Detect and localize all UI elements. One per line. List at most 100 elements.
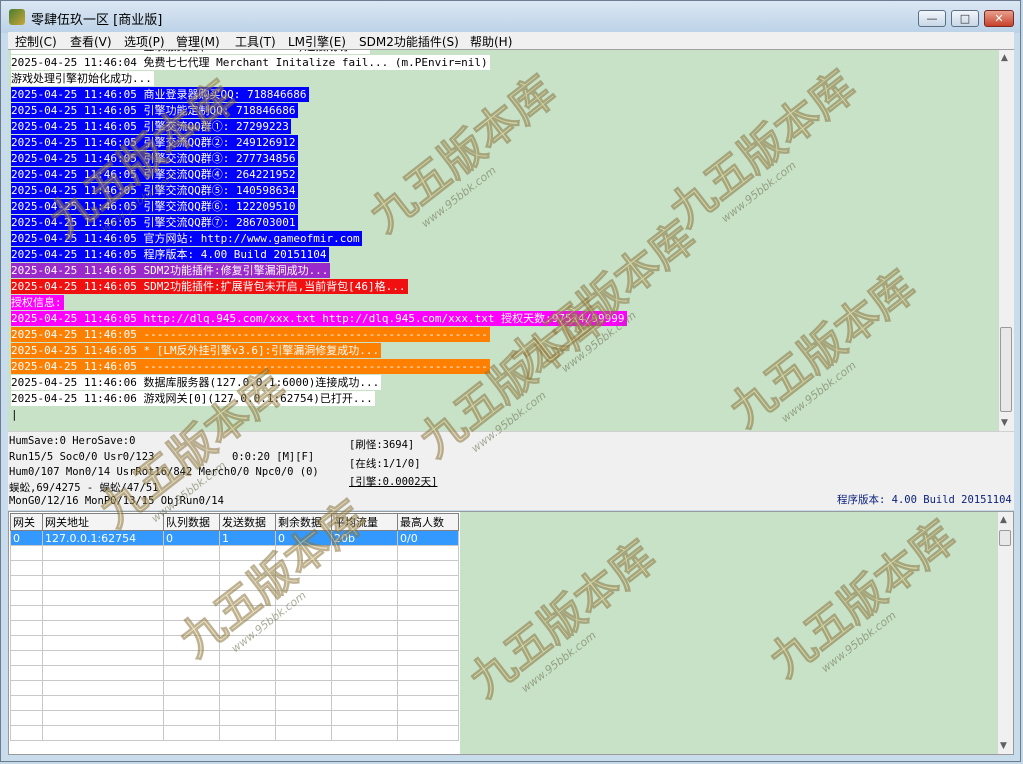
table-cell xyxy=(42,695,164,711)
menu-help[interactable]: 帮助(H) xyxy=(470,33,512,50)
table-row[interactable] xyxy=(10,695,459,711)
table-cell xyxy=(397,620,459,636)
table-cell xyxy=(42,560,164,576)
table-cell xyxy=(275,575,332,591)
menu-view[interactable]: 查看(V) xyxy=(70,33,112,50)
table-cell xyxy=(42,725,164,741)
col-gate[interactable]: 网关 xyxy=(10,513,43,531)
menu-lm-engine[interactable]: LM引擎(E) xyxy=(288,33,346,50)
col-max-users[interactable]: 最高人数 xyxy=(397,513,459,531)
log-scroll-thumb[interactable] xyxy=(1000,327,1012,412)
table-cell xyxy=(163,605,220,621)
table-cell xyxy=(163,650,220,666)
log-line: 2025-04-25 11:46:05 SDM2功能插件:修复引擎漏洞成功... xyxy=(11,263,331,278)
col-avg-traffic[interactable]: 平均流量 xyxy=(331,513,398,531)
table-row[interactable] xyxy=(10,620,459,636)
table-row[interactable] xyxy=(10,575,459,591)
col-queue-data[interactable]: 队列数据 xyxy=(163,513,220,531)
maximize-button[interactable]: □ xyxy=(951,10,979,27)
table-cell xyxy=(275,680,332,696)
table-cell xyxy=(10,620,43,636)
table-cell xyxy=(331,560,398,576)
table-row[interactable] xyxy=(10,590,459,606)
table-cell xyxy=(275,590,332,606)
table-cell: 127.0.0.1:62754 xyxy=(42,530,164,546)
status-engine: [引擎:0.0002天] xyxy=(349,476,438,488)
table-cell xyxy=(397,545,459,561)
log-line: 2025-04-25 11:46:05 引擎交流QQ群①: 27299223 xyxy=(11,119,291,134)
table-cell xyxy=(10,635,43,651)
grid-scroll-down-icon[interactable]: ▼ xyxy=(1000,741,1007,751)
table-cell xyxy=(331,695,398,711)
col-gate-address[interactable]: 网关地址 xyxy=(42,513,164,531)
table-cell xyxy=(42,680,164,696)
table-cell: 0 xyxy=(163,530,220,546)
table-cell xyxy=(42,710,164,726)
table-cell xyxy=(163,590,220,606)
title-bar[interactable]: 零肆伍玖一区 [商业版] — □ ✕ xyxy=(1,1,1020,33)
gateway-table: 网关 网关地址 队列数据 发送数据 剩余数据 平均流量 最高人数 0 127.0.… xyxy=(10,513,459,741)
table-row[interactable] xyxy=(10,635,459,651)
table-row[interactable] xyxy=(10,545,459,561)
table-cell xyxy=(163,575,220,591)
table-row[interactable] xyxy=(10,665,459,681)
status-timer: 0:0:20 [M][F] xyxy=(232,451,315,463)
table-cell xyxy=(397,650,459,666)
status-hum: Hum0/107 Mon0/14 UsrRot16/842 Merch0/0 N… xyxy=(9,466,319,478)
menu-options[interactable]: 选项(P) xyxy=(124,33,165,50)
table-cell xyxy=(331,635,398,651)
grid-scroll-thumb[interactable] xyxy=(999,530,1011,546)
table-row[interactable] xyxy=(10,680,459,696)
table-row[interactable] xyxy=(10,710,459,726)
table-row[interactable] xyxy=(10,560,459,576)
table-cell xyxy=(219,605,276,621)
minimize-button[interactable]: — xyxy=(918,10,946,27)
table-cell xyxy=(219,635,276,651)
table-cell xyxy=(275,635,332,651)
table-cell xyxy=(163,635,220,651)
grid-scroll-up-icon[interactable]: ▲ xyxy=(1000,515,1007,525)
menu-control[interactable]: 控制(C) xyxy=(15,33,57,50)
table-cell xyxy=(331,650,398,666)
log-line: 2025-04-25 11:46:05 * [LM反外挂引擎v3.6]:引擎漏洞… xyxy=(11,343,382,358)
gateway-grid[interactable]: 网关 网关地址 队列数据 发送数据 剩余数据 平均流量 最高人数 0 127.0.… xyxy=(8,511,1014,755)
scroll-up-icon[interactable]: ▲ xyxy=(1001,53,1008,63)
log-line: 2025-04-25 11:46:05 http://dlq.945.com/x… xyxy=(11,311,627,326)
table-row[interactable]: 0 127.0.0.1:62754 0 1 0 20b 0/0 xyxy=(10,530,459,546)
table-cell xyxy=(163,545,220,561)
log-line: | xyxy=(11,408,18,421)
table-cell xyxy=(163,620,220,636)
scroll-down-icon[interactable]: ▼ xyxy=(1001,418,1008,428)
menu-bar: 控制(C) 查看(V) 选项(P) 管理(M) 工具(T) LM引擎(E) SD… xyxy=(8,32,1014,49)
log-line: 2025-04-25 11:46:05 引擎交流QQ群⑦: 286703001 xyxy=(11,215,298,230)
table-cell xyxy=(10,665,43,681)
grid-scrollbar[interactable]: ▲ ▼ xyxy=(997,512,1013,754)
table-cell xyxy=(219,710,276,726)
app-icon xyxy=(9,9,25,25)
menu-manage[interactable]: 管理(M) xyxy=(176,33,220,50)
table-cell xyxy=(42,650,164,666)
log-scrollbar[interactable]: ▲ ▼ xyxy=(998,50,1014,431)
status-run: Run15/5 Soc0/0 Usr0/123 xyxy=(9,451,155,463)
log-line: 2025-04-25 11:46:05 引擎交流QQ群④: 264221952 xyxy=(11,167,298,182)
table-row[interactable] xyxy=(10,605,459,621)
table-cell xyxy=(10,560,43,576)
table-cell xyxy=(219,650,276,666)
table-cell: 0/0 xyxy=(397,530,459,546)
table-cell xyxy=(397,635,459,651)
col-send-data[interactable]: 发送数据 xyxy=(219,513,276,531)
log-line: 2025-04-25 11:46:04 免费七七代理 Merchant Init… xyxy=(11,55,490,70)
table-header-row: 网关 网关地址 队列数据 发送数据 剩余数据 平均流量 最高人数 xyxy=(10,513,459,531)
grid-background xyxy=(460,512,997,754)
log-line: 游戏处理引擎初始化成功... xyxy=(11,71,154,86)
table-cell xyxy=(397,605,459,621)
table-row[interactable] xyxy=(10,725,459,741)
close-button[interactable]: ✕ xyxy=(984,10,1014,27)
table-cell xyxy=(397,725,459,741)
log-line: 2025-04-25 11:46:05 商业登录器购买QQ: 718846686 xyxy=(11,87,309,102)
menu-sdm2-plugin[interactable]: SDM2功能插件(S) xyxy=(359,33,459,50)
log-panel[interactable]: | 2025-04-25 11:46:06 游戏网关[0](127.0.0.1:6… xyxy=(8,49,1014,431)
col-remaining-data[interactable]: 剩余数据 xyxy=(275,513,332,531)
table-row[interactable] xyxy=(10,650,459,666)
menu-tools[interactable]: 工具(T) xyxy=(235,33,276,50)
